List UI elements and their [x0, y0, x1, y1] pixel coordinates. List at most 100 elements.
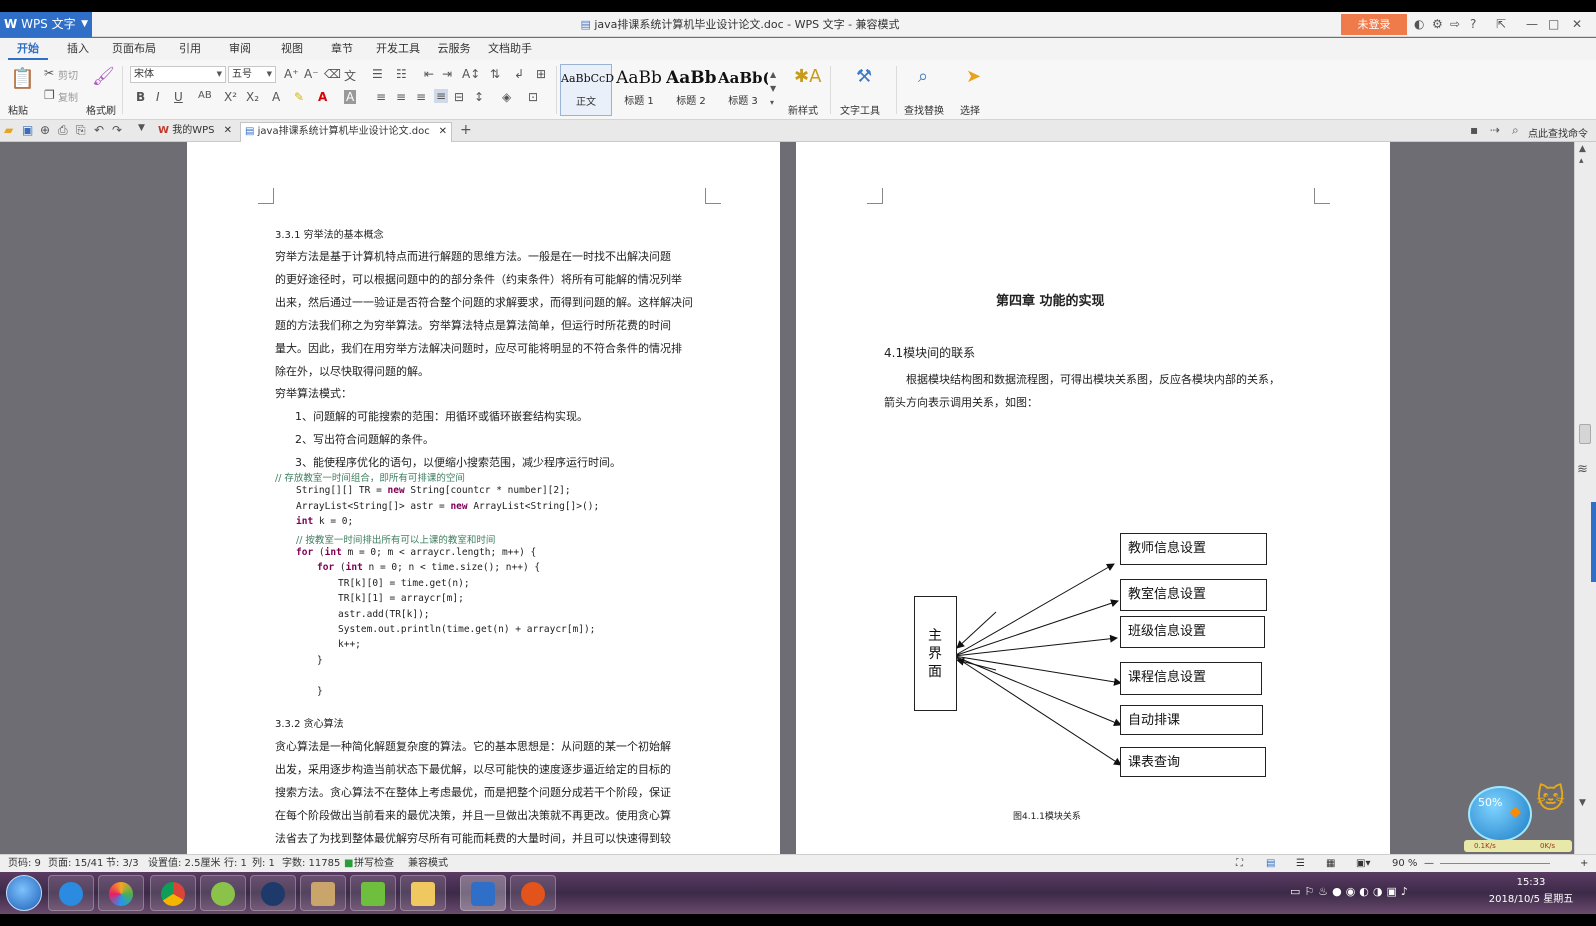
- cursor-select-icon[interactable]: ➤: [966, 66, 981, 87]
- scroll-up-icon[interactable]: ▴: [1579, 156, 1584, 166]
- status-row[interactable]: 行: 1: [224, 855, 247, 872]
- minimize-icon[interactable]: —: [1526, 12, 1538, 37]
- search-icon[interactable]: ⌕: [1512, 123, 1519, 138]
- format-painter-icon[interactable]: 🖌: [92, 66, 115, 87]
- status-setting[interactable]: 设置值: 2.5厘米: [148, 855, 220, 872]
- close-tab-icon[interactable]: ✕: [224, 122, 232, 140]
- new-doc-icon[interactable]: ⊕: [40, 123, 50, 137]
- page-view-icon[interactable]: ▤: [1266, 855, 1275, 872]
- new-style-icon[interactable]: ✱A: [794, 66, 821, 87]
- style-heading-3[interactable]: AaBb( 标题 3: [718, 64, 768, 116]
- status-section[interactable]: 节: 3/3: [106, 855, 139, 872]
- pinyin-icon[interactable]: 文: [344, 67, 356, 84]
- shrink-font-icon[interactable]: A⁻: [304, 67, 319, 81]
- web-view-icon[interactable]: ▦: [1326, 855, 1335, 872]
- new-tab-icon[interactable]: +: [460, 122, 472, 138]
- text-tools-icon[interactable]: ⚒: [856, 66, 872, 87]
- find-replace-icon[interactable]: ⌕: [918, 66, 928, 87]
- status-pages[interactable]: 页面: 15/41: [48, 855, 103, 872]
- scissors-icon[interactable]: ✂: [44, 66, 54, 80]
- zoom-level[interactable]: 90 %: [1392, 855, 1417, 872]
- status-page-no[interactable]: 页码: 9: [8, 855, 41, 872]
- restore-ribbon-icon[interactable]: ⇱: [1496, 12, 1506, 37]
- bullet-list-icon[interactable]: ☰: [372, 67, 383, 81]
- font-size-select[interactable]: 五号 ▼: [228, 66, 276, 83]
- taskbar-chrome[interactable]: [150, 875, 196, 911]
- tab-view[interactable]: 视图: [272, 38, 312, 60]
- paste-icon[interactable]: 📋: [10, 66, 35, 90]
- help-icon[interactable]: ?: [1470, 12, 1476, 37]
- increase-indent-icon[interactable]: ⇥: [442, 67, 452, 81]
- align-right-icon[interactable]: ≡: [416, 90, 426, 104]
- font-color-icon[interactable]: A: [318, 90, 327, 104]
- close-icon[interactable]: ✕: [1572, 12, 1582, 37]
- read-mode-icon[interactable]: ▣▾: [1356, 855, 1370, 872]
- status-spellcheck[interactable]: 拼写检查: [354, 855, 394, 872]
- fullscreen-icon[interactable]: ⛶: [1236, 855, 1243, 872]
- cut-button[interactable]: 剪切: [58, 67, 78, 82]
- tab-doc-assistant[interactable]: 文档助手: [484, 38, 536, 60]
- taskbar-app-s[interactable]: [250, 875, 296, 911]
- highlight-icon[interactable]: ✎: [294, 90, 304, 104]
- login-button[interactable]: 未登录: [1341, 14, 1407, 35]
- vertical-scrollbar[interactable]: ▲ ▴ ≋ ▼: [1574, 142, 1596, 854]
- status-words[interactable]: 字数: 11785: [282, 855, 340, 872]
- tab-chapter[interactable]: 章节: [322, 38, 362, 60]
- tab-insert[interactable]: 插入: [58, 38, 98, 60]
- taskbar-wps[interactable]: [460, 875, 506, 911]
- undo-icon[interactable]: ↶: [94, 123, 104, 137]
- system-tray-icons[interactable]: ▭⚐♨●◉◐◑▣♪: [1290, 885, 1412, 898]
- grow-font-icon[interactable]: A⁺: [284, 67, 299, 81]
- text-tools-button[interactable]: 文字工具: [840, 102, 880, 117]
- paragraph-mark-icon[interactable]: ↲: [514, 67, 524, 81]
- command-search[interactable]: 点此查找命令: [1528, 125, 1588, 140]
- format-painter-button[interactable]: 格式刷: [86, 102, 116, 117]
- tab-reference[interactable]: 引用: [170, 38, 210, 60]
- settings-icon[interactable]: ⚙: [1432, 12, 1443, 37]
- taskbar-chart-app[interactable]: [350, 875, 396, 911]
- subscript-icon[interactable]: X₂: [246, 90, 259, 104]
- clock[interactable]: 15:33 2018/10/5 星期五: [1476, 874, 1586, 908]
- copy-icon[interactable]: ❐: [44, 88, 55, 102]
- zoom-slider[interactable]: [1440, 863, 1550, 864]
- find-replace-button[interactable]: 查找替换: [904, 102, 944, 117]
- taskbar-ie[interactable]: [48, 875, 94, 911]
- style-heading-1[interactable]: AaBb 标题 1: [614, 64, 664, 116]
- track-icon[interactable]: ⇢: [1490, 123, 1500, 137]
- redo-icon[interactable]: ↷: [112, 123, 122, 137]
- tab-document[interactable]: ▤ java排课系统计算机毕业设计论文.doc ✕: [240, 122, 452, 142]
- style-heading-2[interactable]: AaBb( 标题 2: [666, 64, 716, 116]
- styles-scroll-icon[interactable]: ▲ ▼ ▾: [770, 68, 776, 110]
- tab-cloud[interactable]: 云服务: [432, 38, 476, 60]
- font-name-select[interactable]: 宋体 ▼: [130, 66, 226, 83]
- network-speed-widget[interactable]: 50% ◆ 🐱 0.1K/s 0K/s: [1464, 782, 1574, 854]
- zoom-out-icon[interactable]: —: [1424, 855, 1434, 872]
- text-direction-icon[interactable]: A↕: [462, 67, 480, 81]
- scroll-thumb[interactable]: [1579, 424, 1591, 444]
- taskbar-app-green[interactable]: [200, 875, 246, 911]
- page-right[interactable]: 第四章 功能的实现 4.1模块间的联系 根据模块结构图和数据流程图，可得出模块关…: [796, 142, 1390, 854]
- start-button-icon[interactable]: [6, 875, 42, 911]
- copy-button[interactable]: 复制: [58, 89, 78, 104]
- strikethrough-icon[interactable]: AB: [198, 90, 212, 101]
- tab-page-layout[interactable]: 页面布局: [108, 38, 160, 60]
- border-icon[interactable]: ⊡: [528, 90, 538, 104]
- save-icon[interactable]: ▣: [22, 123, 33, 137]
- customize-toolbar-icon[interactable]: ▼: [138, 123, 145, 133]
- outline-view-icon[interactable]: ☰: [1296, 855, 1305, 872]
- scroll-up-icon[interactable]: ▲: [1579, 144, 1586, 154]
- char-shading-icon[interactable]: A: [344, 90, 357, 104]
- align-center-icon[interactable]: ≡: [396, 90, 406, 104]
- taskbar-media[interactable]: [98, 875, 144, 911]
- side-panel-handle[interactable]: [1591, 502, 1596, 582]
- distribute-icon[interactable]: ⊟: [454, 90, 464, 104]
- shading-icon[interactable]: ◈: [502, 90, 511, 104]
- taskbar-tool[interactable]: [300, 875, 346, 911]
- scroll-down-icon[interactable]: ▼: [1579, 798, 1586, 808]
- underline-icon[interactable]: U: [174, 90, 183, 104]
- italic-icon[interactable]: I: [156, 90, 160, 104]
- tab-my-wps[interactable]: W 我的WPS ✕: [154, 122, 236, 142]
- paste-button[interactable]: 粘贴: [8, 102, 28, 117]
- select-button[interactable]: 选择: [960, 102, 980, 117]
- zoom-in-icon[interactable]: +: [1580, 855, 1588, 872]
